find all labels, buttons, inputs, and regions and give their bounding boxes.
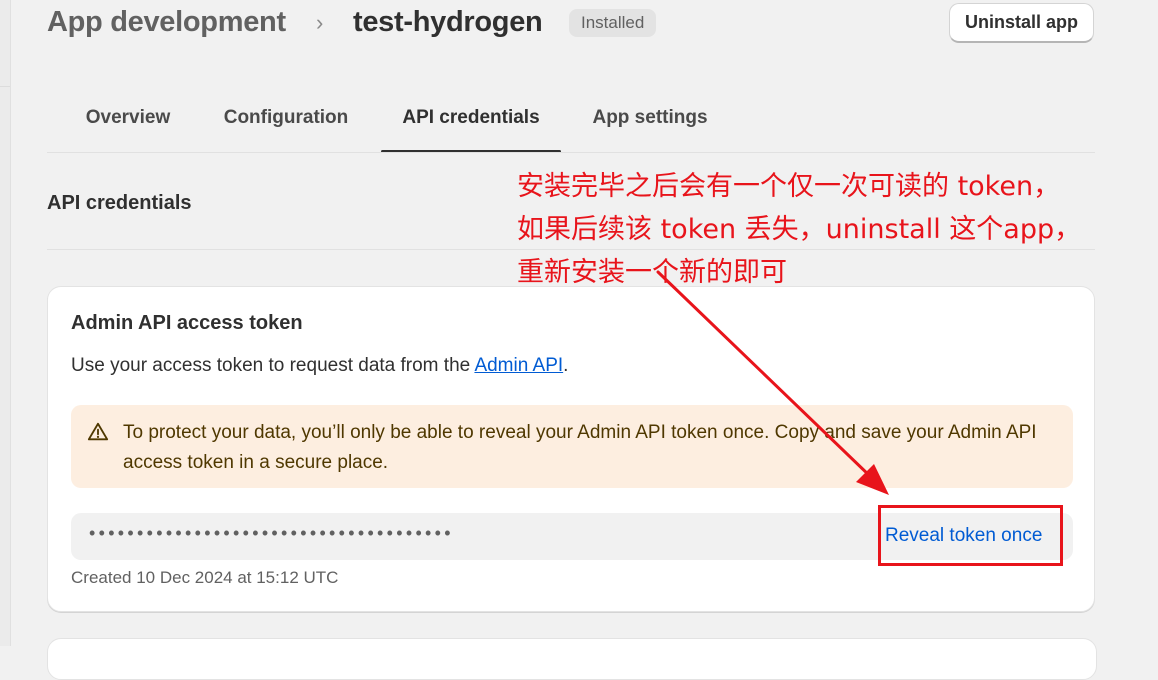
tabs-divider	[47, 152, 1095, 153]
chevron-right-icon: ›	[316, 10, 324, 35]
warning-triangle-icon	[87, 422, 109, 441]
tab-configuration[interactable]: Configuration	[209, 86, 363, 152]
annotation-highlight-box	[878, 505, 1063, 566]
tab-bar: Overview Configuration API credentials A…	[47, 86, 1095, 153]
tab-app-settings[interactable]: App settings	[579, 86, 721, 152]
left-sidebar-edge	[0, 0, 11, 646]
card-description-text: Use your access token to request data fr…	[71, 355, 475, 376]
admin-api-link[interactable]: Admin API	[474, 355, 563, 376]
tab-api-credentials[interactable]: API credentials	[381, 86, 561, 153]
masked-token: ••••••••••••••••••••••••••••••••••••••	[89, 523, 454, 543]
annotation-note: 安装完毕之后会有一个仅一次可读的 token， 如果后续该 token 丢失，u…	[517, 165, 1117, 294]
annotation-line-2: 如果后续该 token 丢失，uninstall 这个app，	[517, 214, 1082, 245]
next-card	[47, 638, 1097, 680]
uninstall-app-button[interactable]: Uninstall app	[949, 3, 1094, 43]
section-title: API credentials	[47, 192, 192, 214]
created-timestamp: Created 10 Dec 2024 at 15:12 UTC	[71, 568, 339, 587]
breadcrumb-app-development[interactable]: App development	[47, 6, 286, 39]
tab-overview[interactable]: Overview	[71, 86, 185, 152]
warning-banner: To protect your data, you’ll only be abl…	[71, 405, 1073, 488]
card-title: Admin API access token	[71, 312, 303, 334]
card-description: Use your access token to request data fr…	[71, 355, 568, 377]
card-description-suffix: .	[563, 355, 569, 376]
status-badge: Installed	[569, 9, 657, 37]
annotation-line-3: 重新安装一个新的即可	[517, 257, 787, 288]
page-title: test-hydrogen	[353, 6, 543, 38]
annotation-line-1: 安装完毕之后会有一个仅一次可读的 token，	[517, 171, 1061, 202]
warning-text: To protect your data, you’ll only be abl…	[123, 422, 1037, 473]
